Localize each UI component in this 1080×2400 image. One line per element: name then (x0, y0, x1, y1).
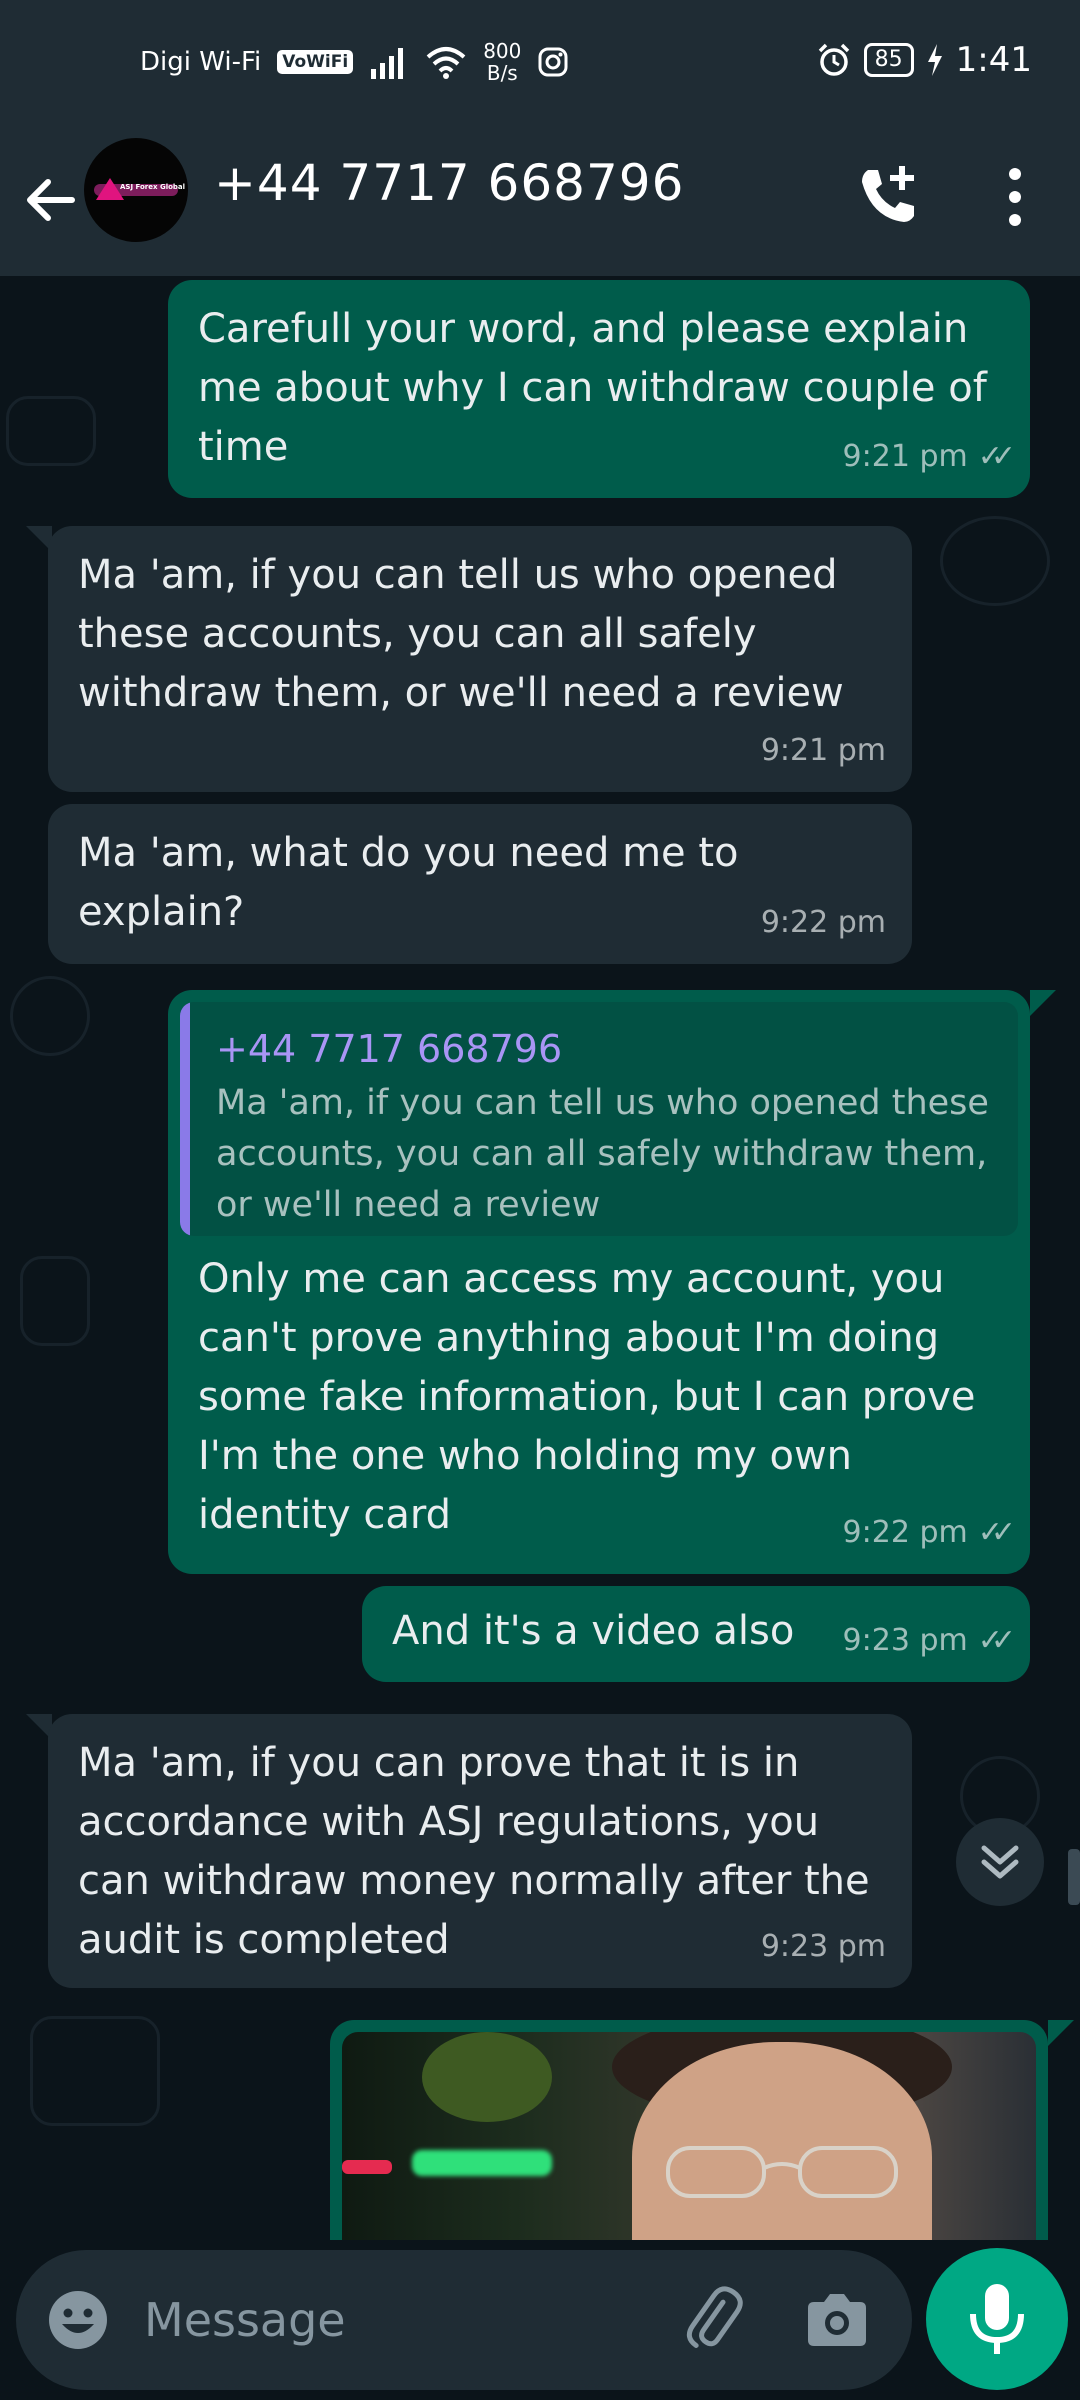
message-time: 9:22 pm (842, 1515, 968, 1550)
status-bar: Digi Wi-Fi VoWiFi 800 B/s 85 1:41 (0, 0, 1080, 130)
add-call-icon[interactable] (852, 160, 924, 232)
speed-value: 800 (483, 39, 522, 63)
message-time: 9:22 pm (760, 905, 886, 940)
thumbnail-neon-sign (412, 2150, 552, 2176)
message-meta: 9:22 pm (761, 893, 886, 952)
chat-header: ASJ Forex Global +44 7717 668796 (0, 130, 1080, 276)
network-speed: 800 B/s (483, 40, 521, 84)
message-meta: 9:21 pm ✓✓ (842, 427, 1017, 486)
arrow-left-icon[interactable] (22, 172, 78, 228)
signal-icon (371, 48, 404, 79)
video-thumbnail[interactable] (342, 2032, 1036, 2240)
quote-author: +44 7717 668796 (216, 1027, 563, 1071)
double-check-icon: ✓✓ (977, 1623, 1016, 1658)
speed-unit: B/s (486, 61, 518, 85)
double-check-icon: ✓✓ (977, 1515, 1016, 1550)
status-left: Digi Wi-Fi VoWiFi 800 B/s (140, 40, 569, 84)
mic-button[interactable] (926, 2248, 1068, 2390)
thumbnail-tree (422, 2032, 552, 2122)
scrollbar-thumb[interactable] (1068, 1849, 1080, 1905)
instagram-icon (538, 47, 568, 77)
double-check-icon: ✓✓ (977, 439, 1016, 474)
message-meta: 9:21 pm (761, 721, 886, 780)
message-bubble-outgoing[interactable]: Carefull your word, and please explain m… (168, 280, 1030, 498)
wifi-icon (426, 47, 466, 79)
message-bubble-incoming[interactable]: Ma 'am, if you can prove that it is in a… (48, 1714, 912, 1988)
message-input[interactable] (144, 2280, 664, 2360)
wallpaper-doodle (940, 516, 1050, 606)
avatar-logo-text: ASJ Forex Global (120, 183, 186, 191)
message-bubble-outgoing[interactable]: +44 7717 668796 Ma 'am, if you can tell … (168, 990, 1030, 1574)
quoted-message[interactable]: +44 7717 668796 Ma 'am, if you can tell … (180, 1002, 1018, 1236)
carrier-label: Digi Wi-Fi (140, 47, 262, 77)
camera-icon[interactable] (802, 2286, 872, 2356)
more-vert-icon[interactable] (990, 164, 1040, 230)
avatar[interactable]: ASJ Forex Global (84, 138, 188, 242)
paperclip-icon[interactable] (676, 2282, 752, 2358)
message-meta: 9:23 pm ✓✓ (842, 1611, 1017, 1670)
quote-text: Ma 'am, if you can tell us who opened th… (216, 1083, 989, 1225)
message-meta: 9:23 pm (761, 1917, 886, 1976)
wallpaper-doodle (10, 976, 90, 1056)
message-time: 9:23 pm (842, 1623, 968, 1658)
message-text: Only me can access my account, you can't… (198, 1256, 976, 1538)
message-bubble-outgoing[interactable]: And it's a video also 9:23 pm ✓✓ (362, 1586, 1030, 1682)
status-right: 85 1:41 (816, 40, 1032, 80)
message-text: Ma 'am, if you can tell us who opened th… (78, 552, 844, 716)
message-meta: 9:22 pm ✓✓ (842, 1503, 1017, 1562)
message-bubble-incoming[interactable]: Ma 'am, if you can tell us who opened th… (48, 526, 912, 792)
emoji-icon[interactable] (46, 2288, 110, 2352)
quote-bar (180, 1002, 190, 1236)
contact-name[interactable]: +44 7717 668796 (214, 154, 684, 212)
alarm-icon (818, 43, 849, 76)
scroll-to-bottom-button[interactable] (956, 1818, 1044, 1906)
media-clip (0, 2020, 1080, 2240)
message-time: 9:21 pm (842, 439, 968, 474)
wallpaper-doodle (6, 396, 96, 466)
vowifi-badge: VoWiFi (277, 50, 354, 74)
clock: 1:41 (955, 40, 1032, 80)
thumbnail-glasses (666, 2146, 898, 2198)
battery-level: 85 (863, 43, 914, 77)
charging-icon (927, 44, 942, 76)
double-chevron-down-icon (981, 1845, 1019, 1879)
video-message[interactable] (330, 2020, 1048, 2240)
chat-area[interactable]: Carefull your word, and please explain m… (0, 276, 1080, 2240)
message-composer (16, 2250, 912, 2390)
thumbnail-neon-red (342, 2160, 392, 2174)
message-bubble-incoming[interactable]: Ma 'am, what do you need me to explain? … (48, 804, 912, 964)
wallpaper-doodle (20, 1256, 90, 1346)
message-time: 9:21 pm (760, 733, 886, 768)
mic-icon (970, 2284, 1024, 2354)
bubble-tail (1030, 990, 1056, 1016)
message-time: 9:23 pm (760, 1929, 886, 1964)
